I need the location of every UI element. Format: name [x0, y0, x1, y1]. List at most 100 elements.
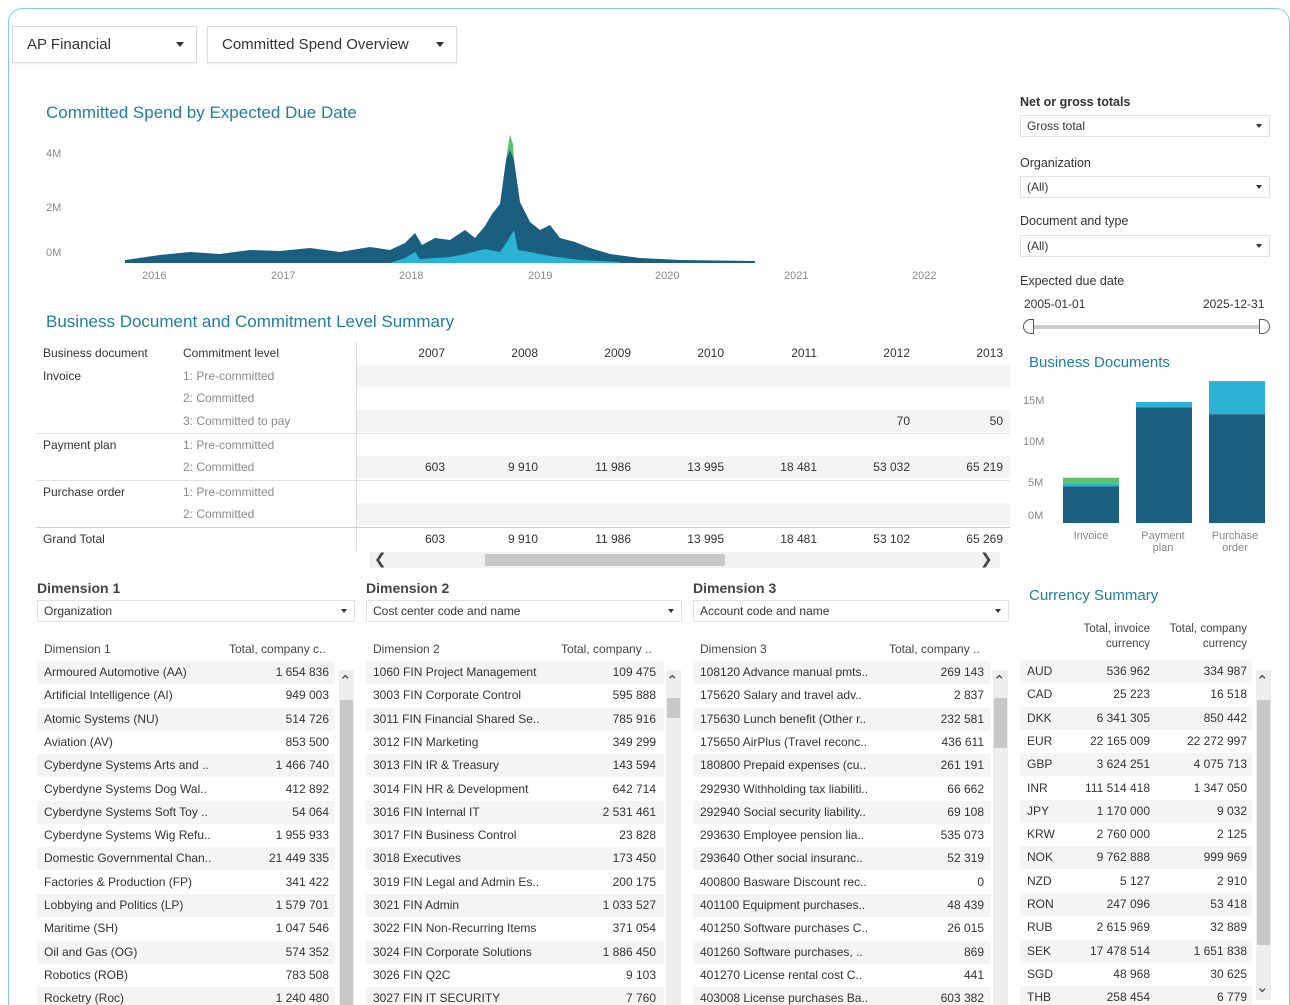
list-item[interactable]: 400800 Basware Discount rec.. 0 [693, 871, 991, 894]
scrollbar-thumb[interactable] [485, 554, 725, 566]
dimension3-v-scrollbar[interactable] [993, 670, 1008, 1005]
list-item[interactable]: 3026 FIN Q2C 9 103 [366, 964, 664, 987]
currency-row[interactable]: KRW 2 760 000 2 125 [1020, 823, 1252, 846]
list-item[interactable]: 401100 Equipment purchases.. 48 439 [693, 894, 991, 917]
list-item[interactable]: Artificial Intelligence (AI) 949 003 [37, 684, 335, 707]
chevron-up-icon[interactable]: ⌃ [993, 672, 1006, 690]
bar-segment[interactable] [1063, 477, 1119, 484]
bar-segment[interactable] [1063, 486, 1119, 523]
bar-segment[interactable] [1136, 401, 1192, 408]
list-item[interactable]: 3027 FIN IT SECURITY 7 760 [366, 987, 664, 1005]
bar-segment[interactable] [1063, 483, 1119, 487]
currency-v-scrollbar[interactable] [1256, 670, 1271, 1000]
view-dropdown[interactable]: Committed Spend Overview [207, 26, 457, 63]
chevron-up-icon[interactable]: ⌃ [1256, 672, 1269, 690]
scrollbar-thumb[interactable] [1257, 700, 1270, 945]
business-docs-chart[interactable] [1055, 375, 1275, 525]
workbook-dropdown[interactable]: AP Financial [12, 26, 197, 63]
list-item[interactable]: 108120 Advance manual pmts.. 269 143 [693, 661, 991, 684]
list-item[interactable]: 292930 Withholding tax liabiliti.. 66 662 [693, 778, 991, 801]
doc-type-select[interactable]: (All) [1020, 235, 1270, 257]
dimension2-select[interactable]: Cost center code and name [366, 600, 682, 622]
item-value: 436 611 [941, 734, 985, 749]
chevron-left-icon[interactable]: ❮ [374, 550, 387, 568]
summary-h-scrollbar[interactable] [370, 552, 1000, 568]
currency-row[interactable]: AUD 536 962 334 987 [1020, 660, 1252, 683]
bar-segment[interactable] [1209, 381, 1265, 415]
list-item[interactable]: 3022 FIN Non-Recurring Items 371 054 [366, 917, 664, 940]
list-item[interactable]: 3024 FIN Corporate Solutions 1 886 450 [366, 940, 664, 964]
currency-row[interactable]: THB 258 454 6 779 [1020, 986, 1252, 1005]
list-item[interactable]: Cyberdyne Systems Dog Wal.. 412 892 [37, 778, 335, 801]
currency-row[interactable]: DKK 6 341 305 850 442 [1020, 706, 1252, 730]
list-item[interactable]: 175650 AirPlus (Travel reconc.. 436 611 [693, 731, 991, 754]
list-item[interactable]: 3012 FIN Marketing 349 299 [366, 731, 664, 754]
dimension2-v-scrollbar[interactable] [666, 670, 681, 1005]
list-item[interactable]: 292940 Social security liability.. 69 108 [693, 800, 991, 824]
list-item[interactable]: Cyberdyne Systems Arts and .. 1 466 740 [37, 754, 335, 778]
list-item[interactable]: 293630 Employee pension lia.. 535 073 [693, 824, 991, 847]
currency-row[interactable]: RON 247 096 53 418 [1020, 893, 1252, 916]
currency-row[interactable]: GBP 3 624 251 4 075 713 [1020, 753, 1252, 777]
organization-select[interactable]: (All) [1020, 176, 1270, 198]
currency-row[interactable]: SGD 48 968 30 625 [1020, 963, 1252, 986]
scrollbar-thumb[interactable] [994, 698, 1007, 748]
dimension1-select[interactable]: Organization [37, 600, 355, 622]
list-item[interactable]: 403008 License purchases Ba.. 603 382 [693, 987, 991, 1005]
scrollbar-thumb[interactable] [667, 698, 680, 718]
date-range-track[interactable] [1028, 325, 1266, 329]
chevron-right-icon[interactable]: ❯ [980, 550, 993, 568]
item-value: 173 450 [612, 851, 656, 866]
item-name: 3013 FIN IR & Treasury [373, 758, 500, 773]
list-item[interactable]: Cyberdyne Systems Wig Refu.. 1 955 933 [37, 824, 335, 847]
list-item[interactable]: Cyberdyne Systems Soft Toy .. 54 064 [37, 800, 335, 824]
item-value: 574 352 [285, 944, 329, 959]
list-item[interactable]: 3003 FIN Corporate Control 595 888 [366, 684, 664, 707]
chevron-up-icon[interactable]: ⌃ [339, 672, 352, 690]
list-item[interactable]: Oil and Gas (OG) 574 352 [37, 940, 335, 964]
list-item[interactable]: Rocketry (Roc) 1 240 480 [37, 987, 335, 1005]
list-item[interactable]: Aviation (AV) 853 500 [37, 731, 335, 754]
scrollbar-thumb[interactable] [340, 700, 353, 1005]
bar-segment[interactable] [1209, 414, 1265, 523]
currency-row[interactable]: RUB 2 615 969 32 889 [1020, 916, 1252, 939]
list-item[interactable]: Atomic Systems (NU) 514 726 [37, 707, 335, 731]
list-item[interactable]: Factories & Production (FP) 341 422 [37, 871, 335, 894]
currency-row[interactable]: CAD 25 223 16 518 [1020, 683, 1252, 706]
chevron-down-icon[interactable]: ⌄ [1256, 978, 1269, 996]
list-item[interactable]: 175630 Lunch benefit (Other r.. 232 581 [693, 707, 991, 731]
list-item[interactable]: 3013 FIN IR & Treasury 143 594 [366, 754, 664, 778]
list-item[interactable]: 3018 Executives 173 450 [366, 847, 664, 871]
net-gross-select[interactable]: Gross total [1020, 115, 1270, 137]
currency-row[interactable]: NZD 5 127 2 910 [1020, 870, 1252, 893]
list-item[interactable]: 3016 FIN Internal IT 2 531 461 [366, 800, 664, 824]
chevron-up-icon[interactable]: ⌃ [666, 672, 679, 690]
range-start-handle[interactable] [1023, 319, 1034, 334]
list-item[interactable]: Domestic Governmental Chan.. 21 449 335 [37, 847, 335, 871]
list-item[interactable]: 293640 Other social insuranc.. 52 319 [693, 847, 991, 871]
list-item[interactable]: 3019 FIN Legal and Admin Es.. 200 175 [366, 871, 664, 894]
list-item[interactable]: 3014 FIN HR & Development 642 714 [366, 778, 664, 801]
currency-row[interactable]: NOK 9 762 888 999 969 [1020, 846, 1252, 870]
list-item[interactable]: 401270 License rental cost C.. 441 [693, 964, 991, 987]
list-item[interactable]: Armoured Automotive (AA) 1 654 836 [37, 661, 335, 684]
list-item[interactable]: 180800 Prepaid expenses (cu.. 261 191 [693, 754, 991, 778]
currency-row[interactable]: JPY 1 170 000 9 032 [1020, 799, 1252, 823]
currency-row[interactable]: EUR 22 165 009 22 272 997 [1020, 730, 1252, 753]
bar-segment[interactable] [1136, 407, 1192, 523]
list-item[interactable]: 3021 FIN Admin 1 033 527 [366, 894, 664, 917]
list-item[interactable]: Robotics (ROB) 783 508 [37, 964, 335, 987]
dimension3-select[interactable]: Account code and name [693, 600, 1009, 622]
area-chart[interactable] [120, 130, 760, 265]
dimension1-v-scrollbar[interactable] [339, 670, 354, 1005]
list-item[interactable]: 1060 FIN Project Management 109 475 [366, 661, 664, 684]
list-item[interactable]: 3011 FIN Financial Shared Se.. 785 916 [366, 707, 664, 731]
list-item[interactable]: 401260 Software purchases, .. 869 [693, 940, 991, 964]
currency-row[interactable]: SEK 17 478 514 1 651 838 [1020, 939, 1252, 963]
currency-row[interactable]: INR 111 514 418 1 347 050 [1020, 777, 1252, 800]
list-item[interactable]: Lobbying and Politics (LP) 1 579 701 [37, 894, 335, 917]
list-item[interactable]: 3017 FIN Business Control 23 828 [366, 824, 664, 847]
list-item[interactable]: 175620 Salary and travel adv.. 2 837 [693, 684, 991, 707]
list-item[interactable]: 401250 Software purchases C.. 26 015 [693, 917, 991, 940]
list-item[interactable]: Maritime (SH) 1 047 546 [37, 917, 335, 940]
